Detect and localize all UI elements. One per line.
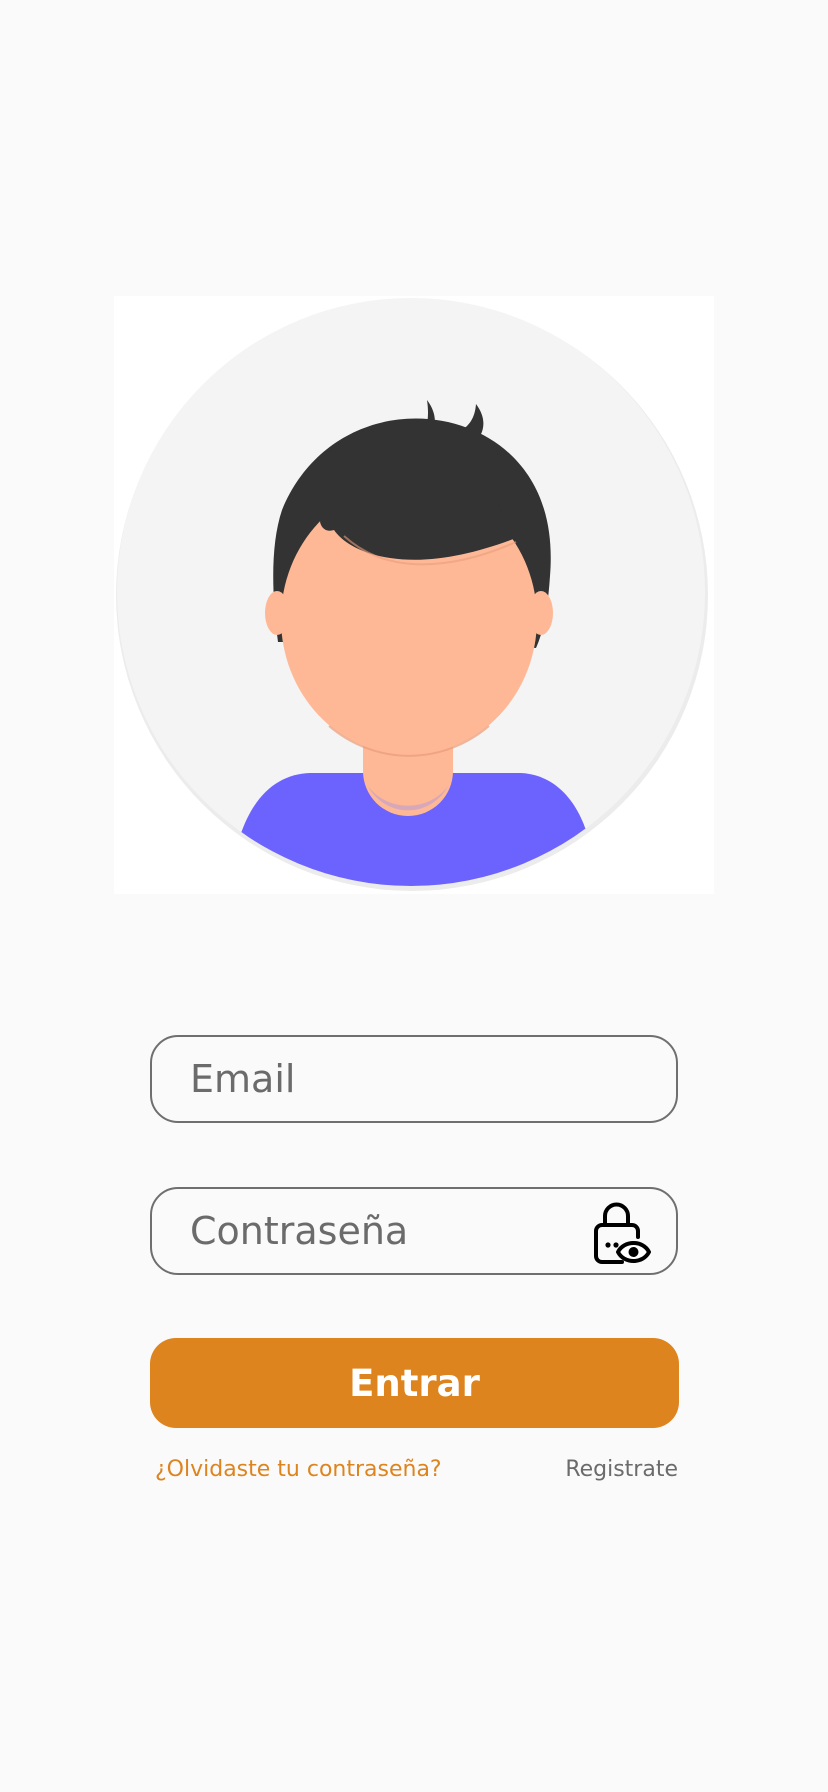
lock-eye-icon[interactable] <box>588 1199 654 1265</box>
login-button[interactable]: Entrar <box>150 1338 679 1428</box>
email-field[interactable] <box>150 1035 678 1123</box>
forgot-password-link[interactable]: ¿Olvidaste tu contraseña? <box>155 1450 442 1490</box>
password-field[interactable] <box>150 1187 678 1275</box>
email-input[interactable] <box>190 1037 610 1121</box>
password-input[interactable] <box>190 1189 610 1273</box>
register-link[interactable]: Registrate <box>565 1450 678 1490</box>
user-avatar-icon <box>116 298 708 891</box>
avatar-illustration <box>114 296 714 894</box>
